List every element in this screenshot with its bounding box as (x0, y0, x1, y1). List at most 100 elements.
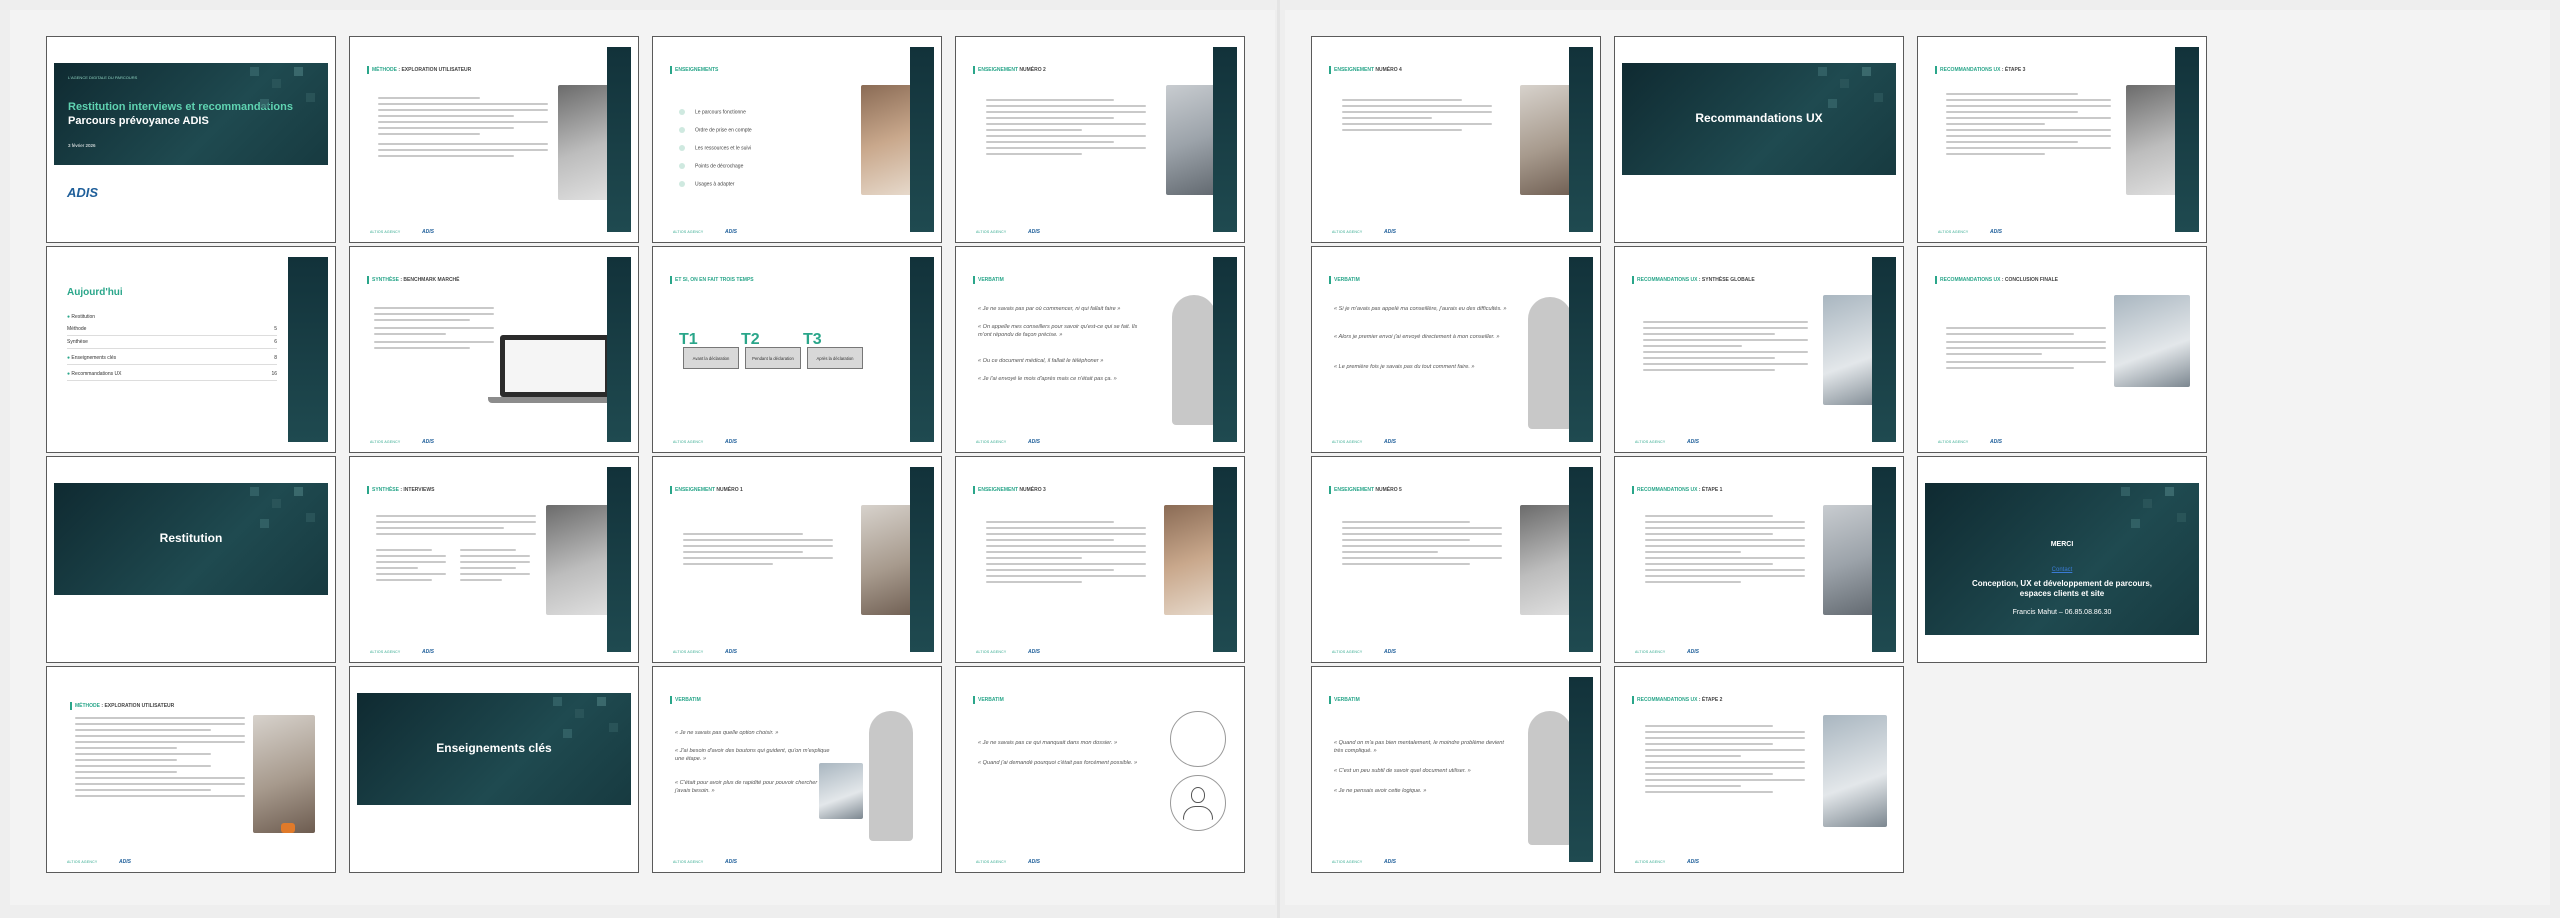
slide-title: VERBATIM (1329, 276, 1360, 284)
slide-title: MÉTHODE : EXPLORATION UTILISATEUR (69, 702, 175, 710)
slide-thumbnail-verbatim-2[interactable]: VERBATIM « Je ne savais pas quelle optio… (652, 666, 942, 873)
footer-logo: ADIS (725, 439, 737, 445)
section-panel: Enseignements clés (357, 693, 631, 805)
slide-title: ENSEIGNEMENT NUMÉRO 3 (973, 486, 1046, 494)
section-title: Enseignements clés (436, 741, 552, 755)
slide-thumbnail-method[interactable]: MÉTHODE : EXPLORATION UTILISATEUR ALTIOS… (349, 36, 639, 243)
footer-logo: ADIS (1028, 649, 1040, 655)
slide-thumbnail-enseignements-cover[interactable]: Enseignements clés (349, 666, 639, 873)
footer-brand: ALTIOS AGENCY (1332, 230, 1363, 234)
decorative-strip (910, 257, 934, 442)
orange-badge (281, 823, 295, 833)
contact-line: Francis Mahut – 06.85.08.86.30 (2012, 609, 2112, 616)
footer-brand: ALTIOS AGENCY (1635, 440, 1666, 444)
slide-thumbnail-enseignement-2[interactable]: ENSEIGNEMENT NUMÉRO 2 ALTIOS AGENCY ADIS (955, 36, 1245, 243)
slide-thumbnail-enseignements[interactable]: ENSEIGNEMENTS Le parcours fonctionne Ord… (652, 36, 942, 243)
slide-thumbnail-reco-etape-3[interactable]: RECOMMANDATIONS UX : ÉTAPE 3 ALTIOS AGEN… (1917, 36, 2207, 243)
agenda-item: ● Restitution (67, 314, 96, 320)
body-text (986, 99, 1146, 159)
footer-logo: ADIS (725, 859, 737, 865)
footer-logo: ADIS (119, 859, 131, 865)
body-text (1946, 93, 2111, 159)
slide-thumbnail-verbatim-4[interactable]: VERBATIM « Je ne savais pas ce qui manqu… (955, 666, 1245, 873)
quote-bubble (869, 711, 913, 841)
body-text (460, 549, 530, 585)
verbatim-quote: « Si je m'avais pas appelé ma conseillèr… (1334, 306, 1507, 312)
contact-link[interactable]: Contact (1925, 567, 2199, 573)
slide-thumbnail-benchmark[interactable]: SYNTHÈSE : BENCHMARK MARCHÉ ALTIOS AGENC… (349, 246, 639, 453)
quote-bubble (1172, 295, 1216, 425)
slide-title: VERBATIM (670, 696, 701, 704)
slide-title: ENSEIGNEMENTS (669, 66, 719, 74)
agenda-list: ● Restitution Méthode 5 Synthèse 6 ● Ensei… (67, 311, 277, 381)
slide-thumbnail-restitution-cover[interactable]: Restitution (46, 456, 336, 663)
body-text (1645, 725, 1805, 797)
verbatim-quote: « Alors je premier envoi j'ai envoyé dir… (1334, 334, 1500, 340)
slide-thumbnail-reco-conclusion[interactable]: RECOMMANDATIONS UX : CONCLUSION FINALE A… (1917, 246, 2207, 453)
decorative-strip (1213, 467, 1237, 652)
pane-divider[interactable] (1277, 0, 1280, 918)
slide-thumbnail-enseignement-3[interactable]: ENSEIGNEMENT NUMÉRO 3 ALTIOS AGENCY ADIS (955, 456, 1245, 663)
slide-title: SYNTHÈSE : INTERVIEWS (366, 486, 435, 494)
step-box: Avant la déclaration (683, 347, 739, 369)
cover-tagline: L'AGENCE DIGITALE DU PARCOURS (68, 75, 138, 80)
footer-logo: ADIS (725, 229, 737, 235)
slide-thumbnail-method-2[interactable]: MÉTHODE : EXPLORATION UTILISATEUR ALTIOS… (46, 666, 336, 873)
footer-brand: ALTIOS AGENCY (1938, 230, 1969, 234)
section-panel: Recommandations UX (1622, 63, 1896, 175)
slide-title: ENSEIGNEMENT NUMÉRO 1 (670, 486, 743, 494)
slide-thumbnail-enseignement-1[interactable]: ENSEIGNEMENT NUMÉRO 1 ALTIOS AGENCY ADIS (652, 456, 942, 663)
footer-logo: ADIS (1384, 439, 1396, 445)
list-item: Le parcours fonctionne (679, 109, 746, 115)
slide-thumbnail-agenda[interactable]: Aujourd'hui ● Restitution Méthode 5 Synth… (46, 246, 336, 453)
sketch-photo (1823, 715, 1887, 827)
footer-logo: ADIS (725, 649, 737, 655)
footer-logo: ADIS (1990, 229, 2002, 235)
footer-brand: ALTIOS AGENCY (370, 650, 401, 654)
slide-thumbnail-recommandations-cover[interactable]: Recommandations UX (1614, 36, 1904, 243)
footer-brand: ALTIOS AGENCY (370, 440, 401, 444)
footer-logo: ADIS (1687, 649, 1699, 655)
slide-thumbnail-reco-etape-1[interactable]: RECOMMANDATIONS UX : ÉTAPE 1 ALTIOS AGEN… (1614, 456, 1904, 663)
quote-bubble (1528, 711, 1572, 845)
decorative-strip (1569, 47, 1593, 232)
footer-brand: ALTIOS AGENCY (1938, 440, 1969, 444)
footer-logo: ADIS (1384, 229, 1396, 235)
slide-thumbnail-trois-temps[interactable]: ET SI, ON EN FAIT TROIS TEMPS T1 T2 T3 A… (652, 246, 942, 453)
footer-logo: ADIS (1384, 649, 1396, 655)
slide-thumbnail-cover[interactable]: L'AGENCE DIGITALE DU PARCOURS Restitutio… (46, 36, 336, 243)
agenda-item: ● Recommandations UX 16 (67, 365, 277, 381)
slide-thumbnail-verbatim-1[interactable]: VERBATIM « Je ne savais pas par où comme… (955, 246, 1245, 453)
slide-thumbnail-merci[interactable]: MERCI Contact Conception, UX et développ… (1917, 456, 2207, 663)
verbatim-quote: « On appelle mes conseillers pour savoir… (978, 324, 1138, 339)
slide-thumbnail-enseignement-4[interactable]: ENSEIGNEMENT NUMÉRO 4 ALTIOS AGENCY ADIS (1311, 36, 1601, 243)
decorative-strip (1213, 257, 1237, 442)
footer-brand: ALTIOS AGENCY (1635, 650, 1666, 654)
decorative-strip (1213, 47, 1237, 232)
slide-thumbnail-verbatim-3[interactable]: VERBATIM « Si je m'avais pas appelé ma c… (1311, 246, 1601, 453)
footer-brand: ALTIOS AGENCY (976, 650, 1007, 654)
list-item: Usages à adapter (679, 181, 734, 187)
list-item: Points de décrochage (679, 163, 743, 169)
slide-title: RECOMMANDATIONS UX : CONCLUSION FINALE (1935, 276, 2058, 284)
decorative-strip (1872, 467, 1896, 652)
slide-thumbnail-verbatim-5[interactable]: VERBATIM « Quand on m'a pas bien mentale… (1311, 666, 1601, 873)
section-title: Recommandations UX (1695, 111, 1823, 125)
decorative-strip (288, 257, 328, 442)
ui-screenshot (819, 763, 863, 819)
quote-bubble (1528, 297, 1572, 429)
decorative-strip (607, 467, 631, 652)
body-text (1643, 321, 1808, 375)
decorative-strip (1569, 677, 1593, 862)
footer-brand: ALTIOS AGENCY (370, 230, 401, 234)
footer-brand: ALTIOS AGENCY (1332, 860, 1363, 864)
verbatim-quote: « Quand j'ai demandé pourquoi c'était pa… (978, 760, 1138, 766)
decorative-strip (2175, 47, 2199, 232)
decorative-strip (1569, 257, 1593, 442)
slide-thumbnail-interviews[interactable]: SYNTHÈSE : INTERVIEWS ALTIOS AGENCY ADIS (349, 456, 639, 663)
footer-brand: ALTIOS AGENCY (1332, 440, 1363, 444)
slide-title: ENSEIGNEMENT NUMÉRO 5 (1329, 486, 1402, 494)
slide-thumbnail-reco-synthese[interactable]: RECOMMANDATIONS UX : SYNTHÈSE GLOBALE AL… (1614, 246, 1904, 453)
slide-thumbnail-enseignement-5[interactable]: ENSEIGNEMENT NUMÉRO 5 ALTIOS AGENCY ADIS (1311, 456, 1601, 663)
slide-thumbnail-reco-etape-2[interactable]: RECOMMANDATIONS UX : ÉTAPE 2 ALTIOS AGEN… (1614, 666, 1904, 873)
